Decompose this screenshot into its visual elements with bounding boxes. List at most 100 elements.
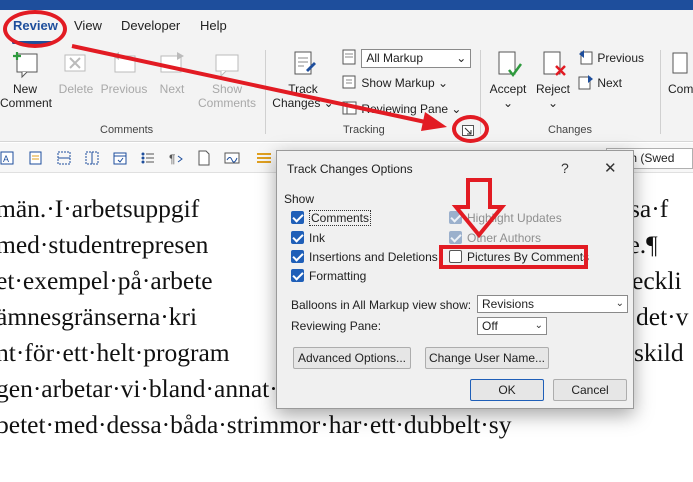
formatting-checkbox[interactable]: Formatting	[291, 269, 366, 285]
new-comment-icon	[13, 52, 38, 79]
group-divider	[660, 50, 661, 134]
previous-label: Previous	[100, 82, 148, 96]
reviewing-pane-button[interactable]: Reviewing Pane ⌄	[342, 99, 461, 119]
previous-change-button[interactable]: Previous	[578, 48, 644, 68]
reject-button[interactable]: Reject ⌄	[532, 50, 574, 110]
show-markup-icon	[342, 75, 356, 89]
line-spacing-icon[interactable]	[256, 150, 272, 166]
show-markup-label: Show Markup	[361, 76, 435, 90]
ok-button[interactable]: OK	[470, 379, 544, 401]
markup-select-value: All Markup	[366, 51, 424, 65]
previous-change-label: Previous	[597, 51, 645, 65]
comments-group-label: Comments	[100, 124, 154, 136]
cancel-button[interactable]: Cancel	[553, 379, 627, 401]
next-comment-icon	[160, 52, 184, 73]
doc-line: ämnesgränserna·kri	[0, 302, 198, 331]
dialog-launcher-highlight-ellipse	[452, 115, 489, 143]
doc-line-fragment: eckli	[632, 266, 682, 295]
comments-checkbox[interactable]: Comments	[291, 210, 372, 227]
blank-page-icon[interactable]	[196, 150, 212, 166]
accept-icon	[498, 51, 523, 78]
balloons-select-value: Revisions	[482, 297, 535, 311]
tab-developer[interactable]: Developer	[121, 18, 180, 33]
checkbox-checked-icon	[291, 231, 304, 244]
doc-line-fragment: skild	[634, 338, 684, 367]
ribbon-tab-bar: Review View Developer Help	[0, 10, 693, 44]
reviewing-pane-icon	[342, 101, 357, 115]
help-button[interactable]: ?	[561, 160, 569, 176]
doc-line: betet·med·dessa·båda·strimmor·har·ett·du…	[0, 410, 512, 439]
next-change-button[interactable]: Next	[578, 73, 622, 93]
reject-icon	[543, 51, 566, 76]
formatting-checkbox-label: Formatting	[309, 269, 367, 283]
select-table-icon[interactable]	[56, 150, 72, 166]
previous-comment-icon	[112, 52, 136, 73]
other-authors-label: Other Authors	[467, 231, 542, 245]
comments-checkbox-label: Comments	[309, 210, 372, 226]
next-change-icon	[578, 75, 593, 90]
compare-label: Com	[668, 82, 693, 96]
doc-line: med·studentrepresen	[0, 230, 209, 259]
checkbox-disabled-icon	[449, 211, 462, 224]
group-divider	[265, 50, 266, 134]
doc-line: nt·för·ett·helt·program	[0, 338, 230, 367]
accept-label: Accept	[489, 82, 527, 96]
track-changes-label-2: Changes	[272, 96, 321, 110]
tab-view[interactable]: View	[74, 18, 102, 33]
track-changes-button[interactable]: Track Changes ⌄	[272, 50, 334, 110]
track-changes-icon	[294, 51, 316, 75]
reviewing-pane-select[interactable]: Off ⌄	[477, 317, 547, 335]
next-comment-button[interactable]: Next	[150, 50, 194, 96]
close-button[interactable]: ✕	[604, 159, 617, 177]
balloons-label: Balloons in All Markup view show:	[291, 298, 472, 312]
highlight-updates-checkbox[interactable]: Highlight Updates	[449, 211, 562, 227]
ink-checkbox-label: Ink	[309, 231, 326, 245]
accept-button[interactable]: Accept ⌄	[486, 50, 530, 110]
doc-line: män.·I·arbetsuppgif	[0, 194, 200, 223]
doc-line-fragment: det·v	[636, 302, 689, 331]
reviewing-pane-label: Reviewing Pane	[361, 102, 449, 116]
next-change-label: Next	[597, 76, 623, 90]
previous-change-icon	[579, 50, 593, 65]
tracking-group-label: Tracking	[343, 124, 385, 136]
show-section-label: Show	[284, 192, 315, 206]
calendar-icon[interactable]	[112, 150, 128, 166]
compare-icon	[672, 52, 688, 74]
changes-group-label: Changes	[548, 124, 593, 136]
signature-icon[interactable]	[224, 150, 240, 166]
checkbox-checked-icon	[291, 269, 304, 282]
delete-label: Delete	[58, 82, 94, 96]
show-comments-label-1: Show	[211, 82, 243, 96]
ink-checkbox[interactable]: Ink	[291, 231, 325, 247]
insertions-deletions-label: Insertions and Deletions	[309, 250, 438, 264]
insert-table-icon[interactable]	[84, 150, 100, 166]
new-comment-button[interactable]: New Comment	[0, 50, 52, 110]
balloons-select[interactable]: Revisions ⌄	[477, 295, 628, 313]
checkbox-checked-icon	[291, 250, 304, 263]
format-painter-icon[interactable]	[28, 150, 44, 166]
compare-button[interactable]: Com	[668, 50, 693, 96]
title-bar-strip	[0, 0, 693, 10]
markup-icon	[342, 49, 356, 65]
delete-comment-button[interactable]: Delete	[53, 50, 99, 96]
show-comments-button[interactable]: Show Comments	[196, 50, 258, 110]
tab-help[interactable]: Help	[200, 18, 227, 33]
markup-select[interactable]: All Markup ⌄	[361, 49, 472, 68]
dialog-title: Track Changes Options	[287, 162, 413, 176]
insertions-deletions-checkbox[interactable]: Insertions and Deletions	[291, 250, 438, 266]
checkbox-disabled-icon	[449, 231, 462, 244]
next-label: Next	[159, 82, 185, 96]
bullet-list-icon[interactable]	[140, 150, 156, 166]
track-changes-options-dialog: Track Changes Options ? ✕ Show Comments …	[276, 150, 634, 409]
style-icon[interactable]: A	[0, 150, 16, 166]
change-user-name-button[interactable]: Change User Name...	[425, 347, 549, 369]
previous-comment-button[interactable]: Previous	[99, 50, 149, 96]
show-comments-label-2: Comments	[197, 96, 256, 110]
show-markup-button[interactable]: Show Markup ⌄	[342, 73, 448, 93]
review-tab-highlight-ellipse	[3, 10, 67, 48]
markup-select-row: All Markup ⌄	[342, 48, 472, 68]
checkbox-checked-icon	[291, 211, 304, 224]
advanced-options-button[interactable]: Advanced Options...	[293, 347, 411, 369]
delete-comment-icon	[64, 54, 86, 72]
paragraph-mark-icon[interactable]: ¶	[168, 150, 184, 166]
